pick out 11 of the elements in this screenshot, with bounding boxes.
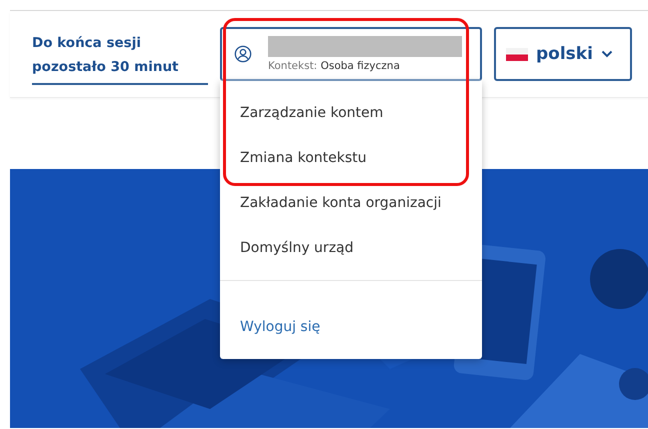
- chevron-down-icon: [600, 50, 613, 58]
- menu-item[interactable]: Zarządzanie kontem: [240, 95, 384, 131]
- account-button[interactable]: Kontekst: Osoba fizyczna: [220, 27, 482, 81]
- menu-item[interactable]: Zakładanie konta organizacji: [240, 185, 442, 221]
- flag-icon: [506, 48, 528, 60]
- logout-link[interactable]: Wyloguj się: [240, 309, 320, 345]
- language-button[interactable]: polski: [494, 27, 632, 81]
- user-icon: [234, 45, 252, 63]
- menu-item[interactable]: Domyślny urząd: [240, 230, 354, 266]
- session-timer-link[interactable]: Do końca sesji pozostało 30 minut: [32, 31, 208, 85]
- menu-item[interactable]: Zmiana kontekstu: [240, 140, 367, 176]
